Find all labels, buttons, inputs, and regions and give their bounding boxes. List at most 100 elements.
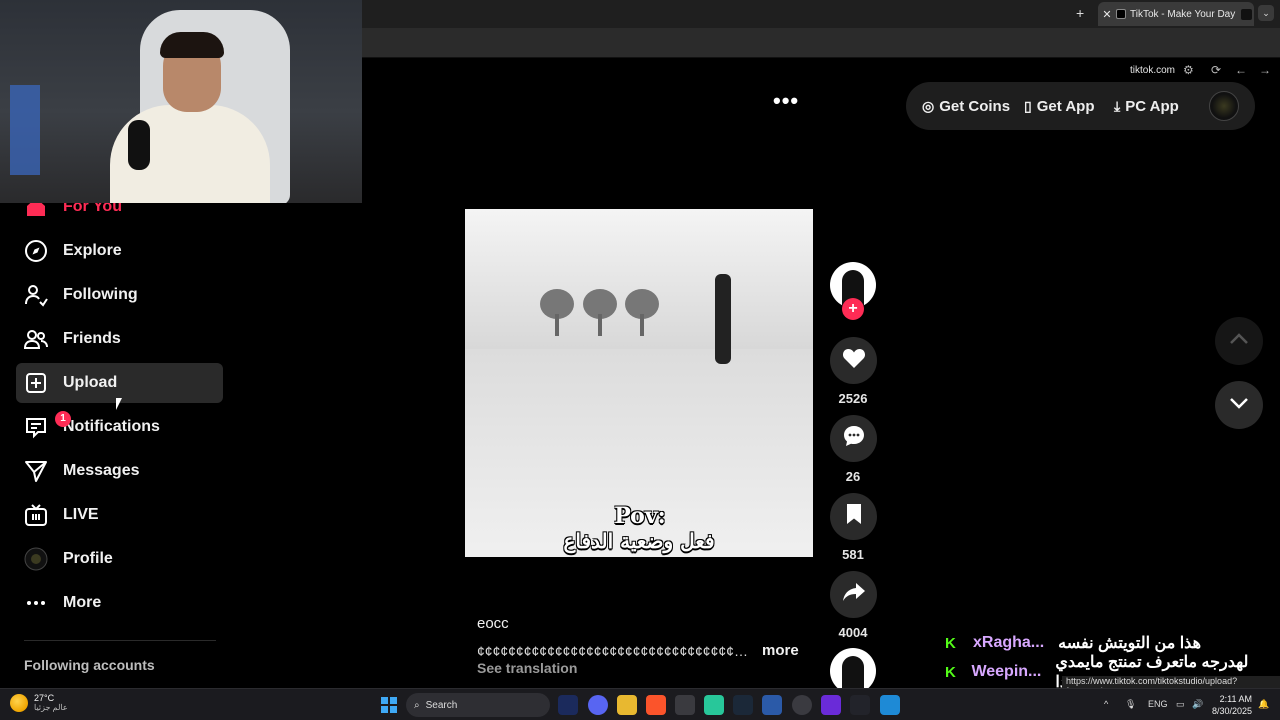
- clock-time: 2:11 AM: [1219, 694, 1252, 704]
- plus-square-icon: [16, 363, 56, 403]
- sidebar-item-label: Messages: [63, 462, 140, 479]
- phone-icon: ▯: [1024, 97, 1032, 114]
- site-settings-icon[interactable]: ⚙: [1183, 63, 1194, 77]
- brave-browser-icon[interactable]: [646, 695, 666, 715]
- language-indicator[interactable]: ENG: [1148, 699, 1168, 709]
- remote-app-icon[interactable]: [880, 695, 900, 715]
- video-tree-trunk: [640, 314, 644, 336]
- like-button[interactable]: [830, 337, 877, 384]
- top-action-pill: ◎ Get Coins ▯ Get App ⤓ PC App: [906, 82, 1255, 130]
- video-player[interactable]: Pov: فعل وضعية الدفاع: [465, 209, 813, 557]
- like-count: 2526: [838, 391, 868, 406]
- steam-icon[interactable]: [733, 695, 753, 715]
- tab-search-button[interactable]: ⌄: [1258, 5, 1274, 21]
- url-text[interactable]: tiktok.com: [1130, 65, 1175, 76]
- video-caption-line2: فعل وضعية الدفاع: [563, 529, 715, 553]
- back-arrow-icon[interactable]: ←: [1235, 63, 1247, 77]
- get-app-button[interactable]: ▯ Get App: [1024, 82, 1095, 130]
- chat-app-icon[interactable]: [704, 695, 724, 715]
- more-options-icon[interactable]: •••: [773, 88, 799, 114]
- app-next-icon[interactable]: [821, 695, 841, 715]
- new-tab-button[interactable]: +: [1076, 5, 1084, 21]
- bookmark-button[interactable]: [830, 493, 877, 540]
- sidebar-item-friends[interactable]: Friends: [16, 319, 223, 359]
- taskbar-app-icon[interactable]: [558, 695, 578, 715]
- weather-sun-icon: [10, 693, 28, 712]
- ellipsis-icon: [16, 583, 56, 623]
- get-coins-label: Get Coins: [939, 97, 1011, 115]
- previous-video-button[interactable]: [1215, 317, 1263, 365]
- sidebar-item-live[interactable]: LIVE: [16, 495, 223, 535]
- clock-date: 8/30/2025: [1212, 706, 1253, 716]
- sidebar-item-upload[interactable]: Upload: [16, 363, 223, 403]
- sidebar-item-label: LIVE: [63, 506, 99, 523]
- live-tv-icon: [16, 495, 56, 535]
- sidebar-item-label: Upload: [63, 374, 118, 391]
- sidebar-item-label: Profile: [63, 550, 113, 567]
- link-status-bar: https://www.tiktok.com/tiktokstudio/uplo…: [1062, 676, 1280, 696]
- monitor-icon[interactable]: ▭: [1176, 699, 1185, 710]
- get-coins-button[interactable]: ◎ Get Coins: [922, 82, 1010, 130]
- user-follow-icon: [16, 275, 56, 315]
- notification-badge: 1: [55, 411, 71, 427]
- sidebar-item-label: Friends: [63, 330, 121, 347]
- comment-button[interactable]: [830, 415, 877, 462]
- weather-temp: 27°C: [34, 693, 55, 703]
- screen: + ✕ TikTok - Make Your Day ⌄ tiktok.com …: [0, 0, 1280, 720]
- discord-icon[interactable]: [588, 695, 608, 715]
- app-window-icon[interactable]: [762, 695, 782, 715]
- profile-avatar[interactable]: [1209, 91, 1239, 121]
- video-caption-line1: Pov:: [614, 503, 666, 529]
- sidebar-item-messages[interactable]: Messages: [16, 451, 223, 491]
- terminal-icon[interactable]: [850, 695, 870, 715]
- sidebar-item-profile[interactable]: Profile: [16, 539, 223, 579]
- pc-app-label: PC App: [1125, 97, 1179, 115]
- video-description: ¢¢¢¢¢¢¢¢¢¢¢¢¢¢¢¢¢¢¢¢¢¢¢¢¢¢¢¢¢¢¢¢¢¢¢¢¢¢¢¢…: [477, 643, 753, 659]
- more-description-link[interactable]: more: [762, 642, 799, 659]
- inbox-icon: [16, 407, 56, 447]
- pc-app-button[interactable]: ⤓ PC App: [1114, 82, 1179, 130]
- kick-icon: K: [945, 664, 956, 681]
- download-icon: ⤓: [1114, 97, 1121, 114]
- windows-start-icon[interactable]: [381, 697, 397, 713]
- close-tab-icon[interactable]: ✕: [1098, 8, 1116, 21]
- follow-button[interactable]: +: [842, 298, 864, 320]
- store-icon[interactable]: [675, 695, 695, 715]
- sidebar-item-following[interactable]: Following: [16, 275, 223, 315]
- sidebar-item-notifications[interactable]: 1 Notifications: [16, 407, 223, 447]
- reload-icon[interactable]: ⟳: [1211, 63, 1221, 77]
- taskbar-clock[interactable]: 2:11 AM 8/30/2025: [1212, 693, 1252, 717]
- share-button[interactable]: [830, 571, 877, 618]
- taskbar-search[interactable]: ⌕ Search: [406, 693, 550, 717]
- video-person: [715, 274, 731, 364]
- tray-chevron-icon[interactable]: ^: [1104, 699, 1108, 709]
- notification-bell-icon[interactable]: 🔔: [1258, 699, 1269, 710]
- chat-username: xRagha...: [973, 634, 1045, 651]
- video-author-name[interactable]: eocc: [477, 615, 509, 632]
- video-tree-trunk: [555, 314, 559, 336]
- tab-title: TikTok - Make Your Day: [1130, 8, 1236, 20]
- microphone-icon[interactable]: 🎙: [1125, 699, 1136, 710]
- comment-count: 26: [845, 469, 861, 484]
- volume-icon[interactable]: 🔊: [1192, 699, 1203, 710]
- forward-arrow-icon[interactable]: →: [1259, 63, 1271, 77]
- sidebar-item-more[interactable]: More: [16, 583, 223, 623]
- next-video-button[interactable]: [1215, 381, 1263, 429]
- following-accounts-header: Following accounts: [24, 657, 155, 673]
- share-count: 4004: [838, 625, 868, 640]
- chrome-icon[interactable]: [792, 695, 812, 715]
- comment-bubble-icon: [842, 424, 866, 453]
- heart-icon: [842, 347, 866, 374]
- weather-desc: عالم جزئيا: [34, 703, 68, 712]
- sidebar-item-explore[interactable]: Explore: [16, 231, 223, 271]
- video-tree-trunk: [598, 314, 602, 336]
- sidebar-item-label: Explore: [63, 242, 122, 259]
- browser-tab-tiktok[interactable]: ✕ TikTok - Make Your Day: [1098, 2, 1254, 26]
- compass-icon: [16, 231, 56, 271]
- weather-widget[interactable]: 27°C عالم جزئيا: [10, 693, 68, 712]
- tiktok-favicon-icon: [1116, 9, 1126, 19]
- see-translation-link[interactable]: See translation: [477, 660, 577, 676]
- file-explorer-icon[interactable]: [617, 695, 637, 715]
- kick-icon: K: [945, 635, 956, 652]
- chat-text: هذا من التويتش نفسه: [1058, 635, 1201, 652]
